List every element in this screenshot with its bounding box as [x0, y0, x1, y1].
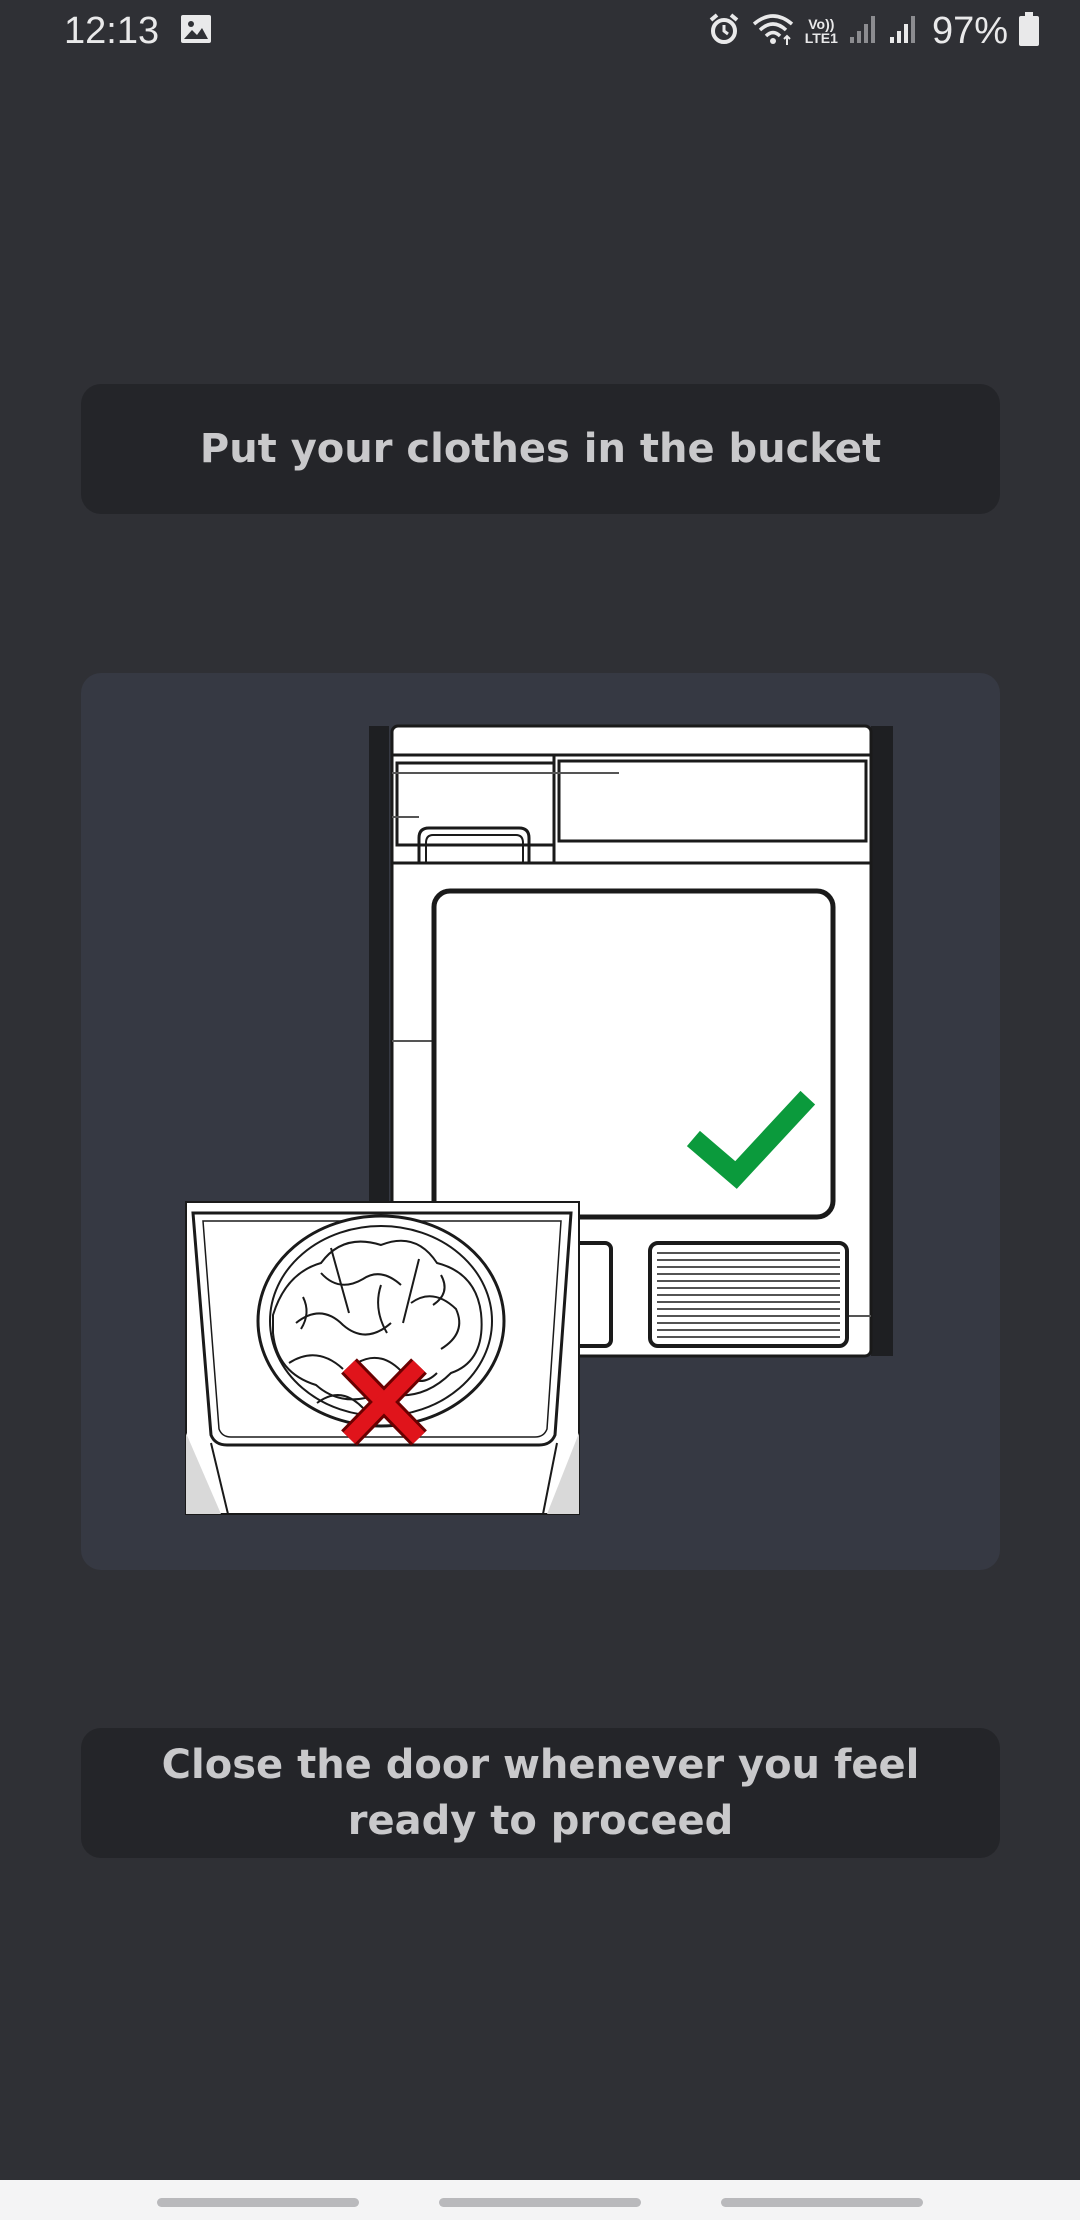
volte-label-top: Vo))	[808, 16, 835, 32]
battery-percent: 97%	[931, 9, 1008, 52]
volte-icon: Vo)) LTE1	[805, 17, 838, 45]
battery-icon	[1018, 11, 1040, 51]
instruction-banner-bottom: Close the door whenever you feel ready t…	[81, 1728, 1000, 1858]
status-time: 12:13	[64, 10, 160, 52]
nav-back-handle[interactable]	[721, 2198, 923, 2207]
signal-icon	[848, 13, 878, 49]
status-icons: Vo)) LTE1 97%	[707, 8, 1040, 54]
gallery-icon	[180, 14, 212, 48]
nav-recents-handle[interactable]	[157, 2198, 359, 2207]
gesture-nav-bar	[0, 2180, 1080, 2220]
nav-home-handle[interactable]	[439, 2198, 641, 2207]
alarm-icon	[707, 12, 741, 50]
volte-label-bottom: LTE1	[804, 30, 838, 46]
wifi-icon	[751, 12, 795, 50]
instruction-banner-top: Put your clothes in the bucket	[81, 384, 1000, 514]
instruction-bottom-text: Close the door whenever you feel ready t…	[161, 1742, 920, 1844]
status-bar: 12:13 Vo)) LTE1 97%	[0, 0, 1080, 62]
illustration-panel	[81, 673, 1000, 1570]
app-screen: 12:13 Vo)) LTE1 97% Put your clothes in …	[0, 0, 1080, 2220]
overfilled-drum-illustration	[185, 1201, 580, 1515]
signal-icon	[888, 13, 918, 49]
